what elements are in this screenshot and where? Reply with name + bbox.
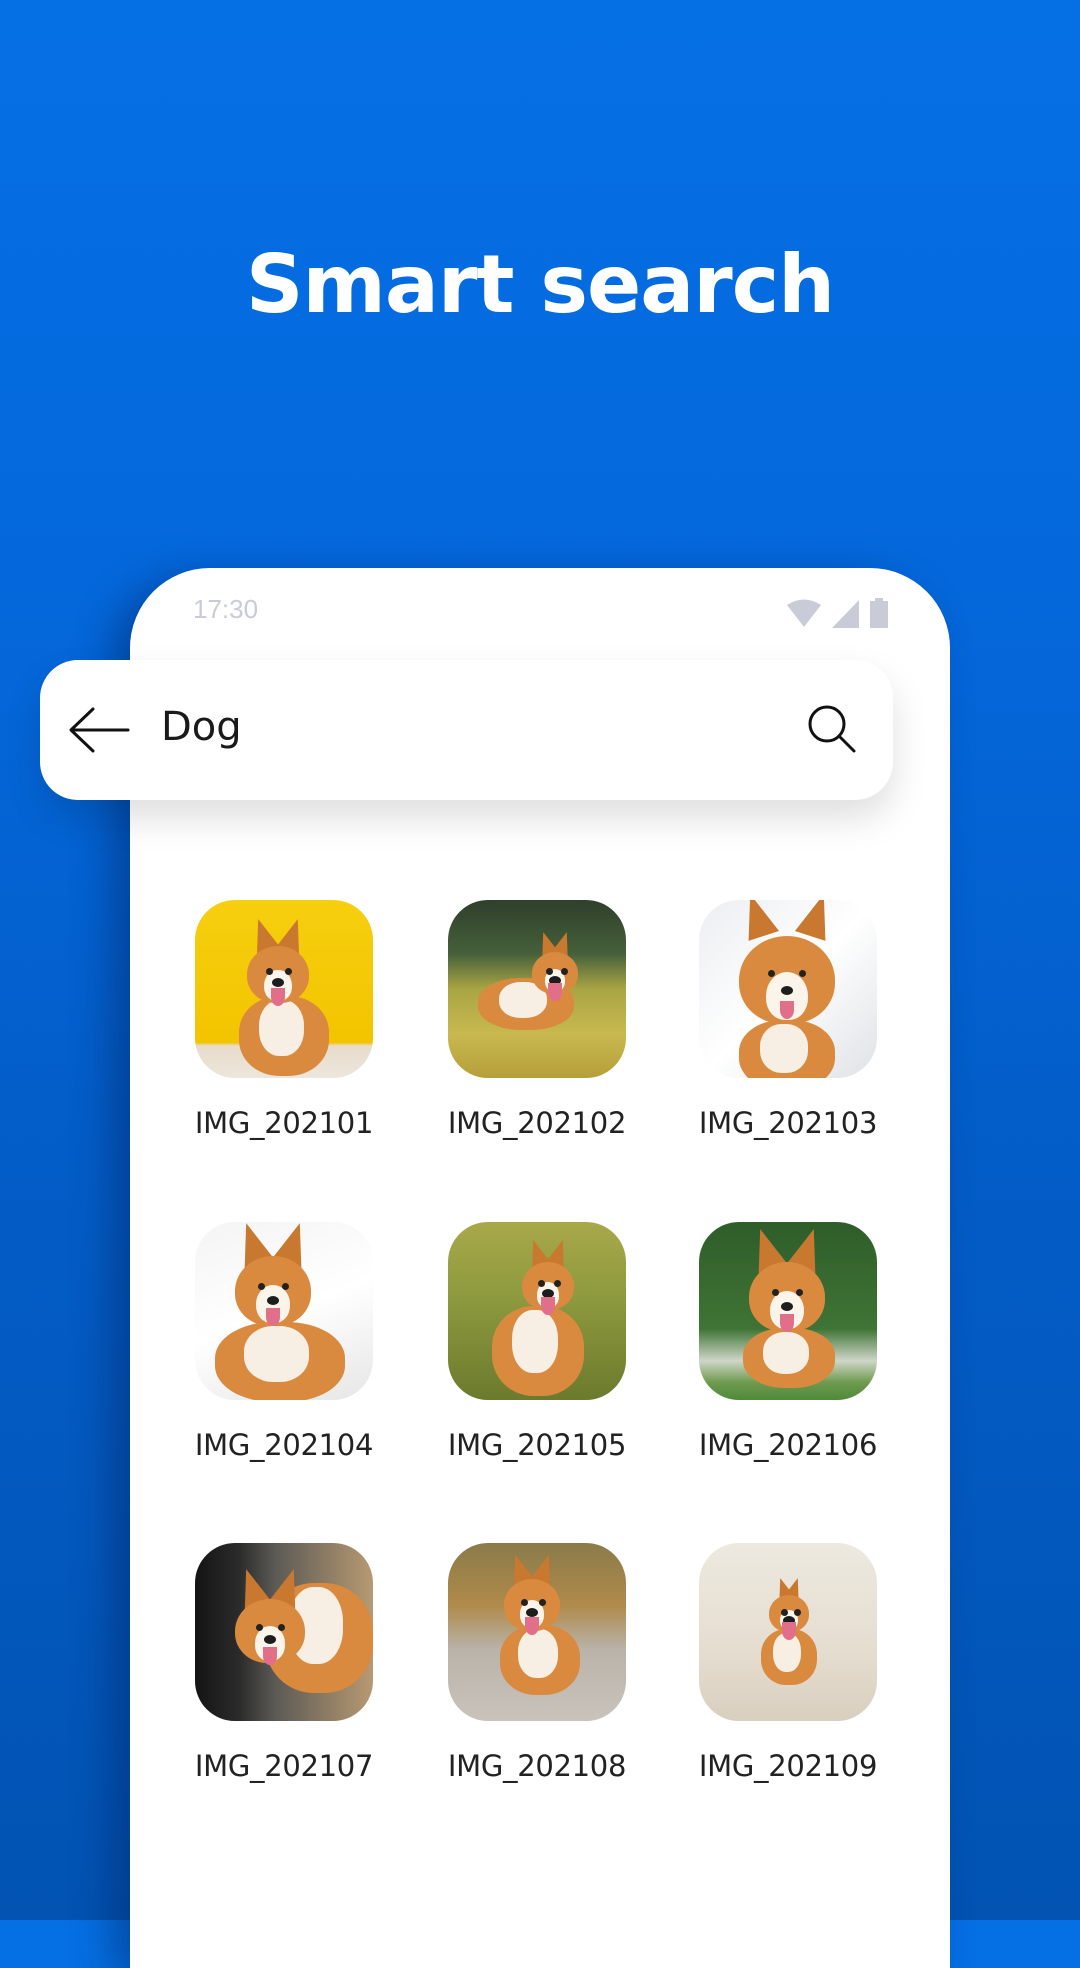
dog-eye bbox=[545, 968, 553, 976]
dog-chest bbox=[763, 1332, 810, 1374]
search-input[interactable]: Dog bbox=[161, 704, 242, 750]
dog-eye bbox=[257, 1282, 265, 1290]
result-item[interactable]: IMG_202102 bbox=[407, 900, 667, 1140]
dog-illustration bbox=[195, 1543, 373, 1721]
result-item[interactable]: IMG_202107 bbox=[154, 1543, 414, 1783]
result-item[interactable]: IMG_202109 bbox=[658, 1543, 918, 1783]
result-thumbnail[interactable] bbox=[699, 1543, 877, 1721]
dog-eye bbox=[560, 968, 568, 976]
dog-eye bbox=[265, 967, 273, 975]
dog-tongue bbox=[263, 1646, 277, 1665]
dog-eye bbox=[537, 1280, 545, 1288]
dog-eye bbox=[278, 1623, 286, 1631]
dog-illustration bbox=[448, 900, 626, 1078]
dog-eye bbox=[771, 1288, 779, 1296]
dog-illustration bbox=[699, 900, 877, 1078]
dog-nose bbox=[267, 1295, 279, 1305]
dog-chest bbox=[512, 1310, 559, 1373]
dog-nose bbox=[781, 985, 793, 995]
dog-chest bbox=[258, 1000, 304, 1056]
result-thumbnail[interactable] bbox=[448, 1222, 626, 1400]
search-icon bbox=[808, 705, 856, 753]
result-item[interactable]: IMG_202103 bbox=[658, 900, 918, 1140]
dog-chest bbox=[243, 1326, 309, 1382]
status-icons bbox=[786, 598, 888, 628]
dog-eye bbox=[282, 1282, 290, 1290]
search-button[interactable] bbox=[805, 702, 861, 758]
result-item[interactable]: IMG_202105 bbox=[407, 1222, 667, 1462]
hero-title: Smart search bbox=[245, 238, 835, 331]
dog-illustration bbox=[195, 1222, 373, 1400]
dog-chest bbox=[760, 1024, 809, 1073]
wifi-icon bbox=[787, 599, 821, 627]
result-thumbnail[interactable] bbox=[448, 900, 626, 1078]
result-label: IMG_202104 bbox=[194, 1428, 374, 1462]
dog-tongue bbox=[525, 1617, 539, 1636]
result-label: IMG_202108 bbox=[447, 1749, 627, 1783]
result-label: IMG_202105 bbox=[447, 1428, 627, 1462]
result-label: IMG_202109 bbox=[698, 1749, 878, 1783]
dog-illustration bbox=[195, 900, 373, 1078]
status-time: 17:30 bbox=[193, 594, 259, 624]
result-item[interactable]: IMG_202104 bbox=[154, 1222, 414, 1462]
dog-eye bbox=[256, 1623, 263, 1631]
dog-eye bbox=[767, 969, 775, 977]
search-bar[interactable]: Dog bbox=[40, 660, 893, 800]
result-label: IMG_202106 bbox=[698, 1428, 878, 1462]
result-thumbnail[interactable] bbox=[195, 1543, 373, 1721]
back-button[interactable] bbox=[66, 700, 132, 760]
dog-eye bbox=[781, 1609, 788, 1616]
dog-eye bbox=[538, 1598, 546, 1606]
dog-tongue bbox=[266, 1307, 280, 1326]
result-thumbnail[interactable] bbox=[195, 1222, 373, 1400]
dog-illustration bbox=[448, 1222, 626, 1400]
signal-icon bbox=[832, 600, 859, 628]
result-label: IMG_202102 bbox=[447, 1106, 627, 1140]
result-item[interactable]: IMG_202101 bbox=[154, 900, 414, 1140]
dog-chest bbox=[517, 1629, 558, 1678]
result-item[interactable]: IMG_202108 bbox=[407, 1543, 667, 1783]
result-thumbnail[interactable] bbox=[699, 900, 877, 1078]
dog-ear bbox=[794, 900, 840, 941]
dog-eye bbox=[793, 1609, 801, 1616]
dog-tongue bbox=[780, 1313, 794, 1332]
dog-eye bbox=[520, 1598, 528, 1606]
result-item[interactable]: IMG_202106 bbox=[658, 1222, 918, 1462]
dog-illustration bbox=[448, 1543, 626, 1721]
dog-eye bbox=[796, 1288, 804, 1296]
battery-icon bbox=[870, 598, 888, 628]
dog-nose bbox=[781, 1301, 793, 1311]
result-label: IMG_202107 bbox=[194, 1749, 374, 1783]
result-thumbnail[interactable] bbox=[448, 1543, 626, 1721]
dog-ear bbox=[734, 900, 780, 941]
dog-illustration bbox=[699, 1543, 877, 1721]
result-label: IMG_202101 bbox=[194, 1106, 374, 1140]
result-thumbnail[interactable] bbox=[699, 1222, 877, 1400]
dog-eye bbox=[798, 969, 806, 977]
result-thumbnail[interactable] bbox=[195, 900, 373, 1078]
result-label: IMG_202103 bbox=[698, 1106, 878, 1140]
arrow-left-icon bbox=[69, 707, 130, 753]
dog-illustration bbox=[699, 1222, 877, 1400]
